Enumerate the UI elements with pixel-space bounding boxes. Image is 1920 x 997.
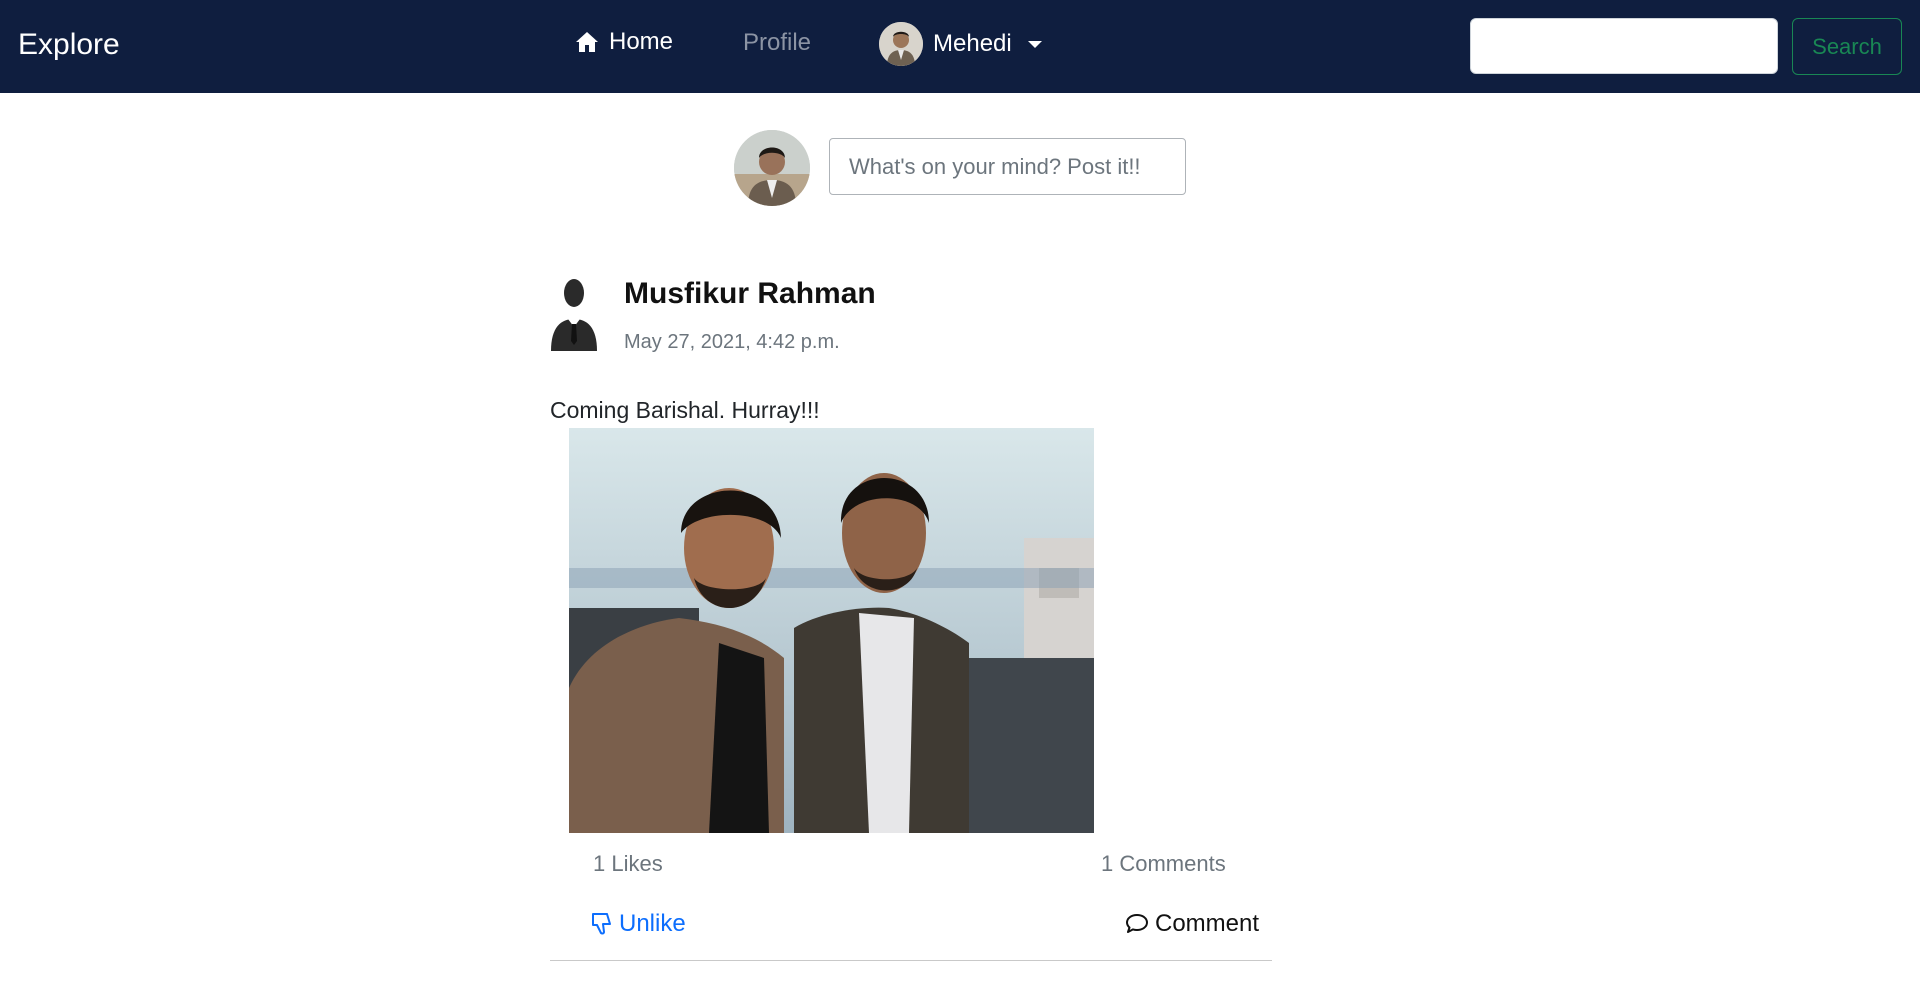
composer-post-input[interactable]: What's on your mind? Post it!! — [829, 138, 1186, 195]
speech-bubble-icon — [1126, 914, 1148, 933]
post-text: Coming Barishal. Hurray!!! — [550, 397, 820, 423]
nav-home-label: Home — [609, 28, 674, 55]
user-menu-dropdown[interactable]: Mehedi — [879, 22, 1042, 66]
comment-button[interactable]: Comment — [1125, 910, 1259, 938]
caret-down-icon — [1027, 40, 1042, 48]
brand-logo[interactable]: Explore — [18, 28, 120, 62]
thumbs-down-icon — [592, 913, 611, 935]
post-divider — [550, 960, 1272, 961]
nav-profile-link[interactable]: Profile — [743, 29, 811, 57]
post-timestamp: May 27, 2021, 4:42 p.m. — [624, 331, 840, 353]
unlike-label: Unlike — [619, 910, 686, 937]
comment-label: Comment — [1155, 910, 1260, 937]
home-icon — [576, 32, 598, 52]
user-avatar — [879, 22, 923, 66]
likes-count: 1 Likes — [593, 851, 663, 876]
search-input[interactable] — [1470, 18, 1778, 74]
top-navbar: Explore Home Profile Mehedi Search — [0, 0, 1920, 93]
composer-placeholder: What's on your mind? Post it!! — [849, 153, 1141, 179]
author-avatar-icon — [551, 279, 597, 351]
nav-home-link[interactable]: Home — [575, 28, 673, 56]
post-author-name[interactable]: Musfikur Rahman — [624, 277, 876, 311]
composer-avatar — [734, 130, 810, 206]
search-button[interactable]: Search — [1792, 18, 1902, 75]
comments-count[interactable]: 1 Comments — [1101, 851, 1226, 877]
user-name-label: Mehedi — [933, 30, 1012, 57]
unlike-button[interactable]: Unlike — [591, 910, 686, 938]
post-photo[interactable] — [569, 428, 1094, 833]
